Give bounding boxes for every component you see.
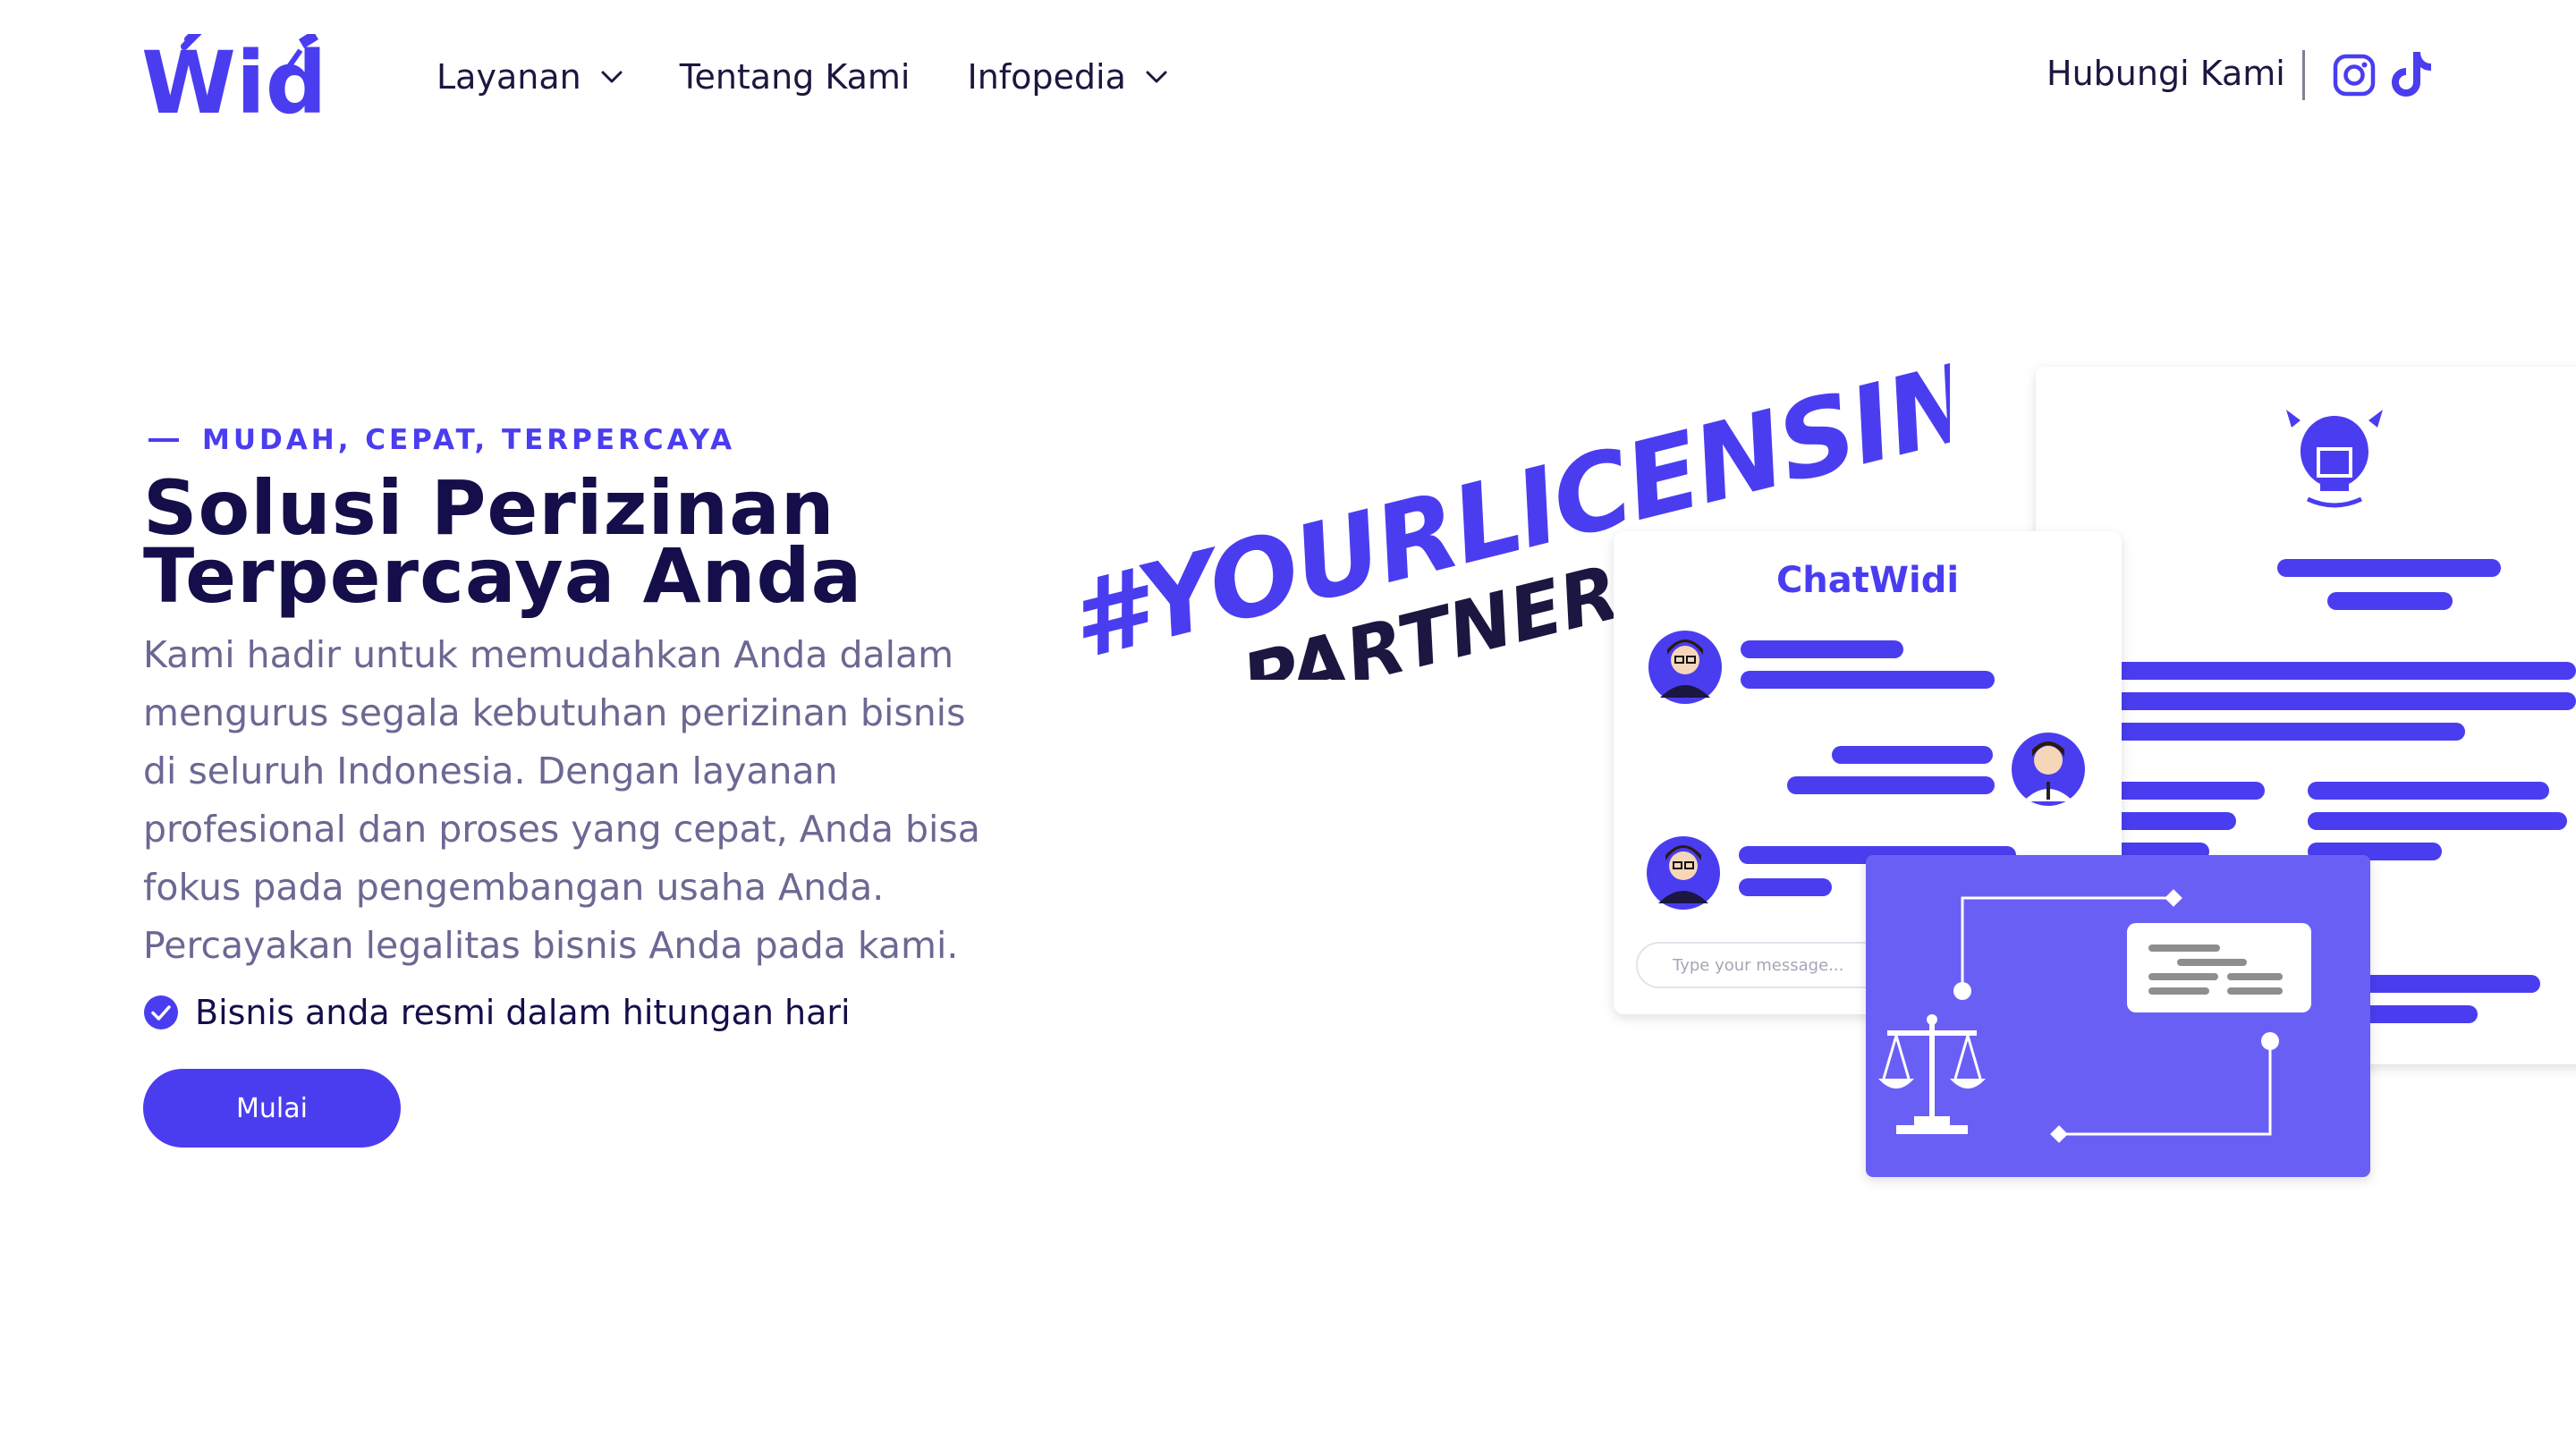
hero-description: Kami hadir untuk memudahkan Anda dalam m… [143,633,980,967]
logo-text: Widi [141,34,326,123]
chevron-down-icon [601,71,623,83]
hero-eyebrow: MUDAH, CEPAT, TERPERCAYA [148,424,735,456]
hero-benefit: Bisnis anda resmi dalam hitungan hari [143,993,851,1032]
nav-layanan[interactable]: Layanan [436,57,623,97]
chat-input-placeholder: Type your message... [1672,956,1843,975]
chevron-down-icon [1146,71,1167,83]
main-nav: Layanan Tentang Kami Infopedia [436,54,1224,100]
instagram-icon[interactable] [2333,54,2376,97]
header-divider [2302,50,2305,100]
contact-link[interactable]: Hubungi Kami [2046,54,2285,93]
hero-benefit-text: Bisnis anda resmi dalam hitungan hari [195,993,851,1032]
nav-layanan-label: Layanan [436,57,581,97]
avatar [2012,733,2085,806]
widi-logo[interactable]: Widi [141,34,326,123]
eyebrow-text: MUDAH, CEPAT, TERPERCAYA [202,424,736,456]
nav-infopedia[interactable]: Infopedia [968,57,1167,97]
hero-illustration: ChatWidi Type your message... [1614,367,2576,1177]
site-header: Widi Layanan Tentang Kami Infopedia Hubu… [0,0,2576,152]
hero-title: Solusi Perizinan Terpercaya Anda [143,470,1038,614]
chat-title: ChatWidi [1776,560,1959,601]
workflow-card [1866,855,2370,1177]
nav-tentang-kami-label: Tentang Kami [679,57,911,97]
avatar [1648,631,1722,704]
start-button[interactable]: Mulai [143,1069,401,1148]
eyebrow-dash [148,438,179,442]
hero-title-line2: Terpercaya Anda [143,532,863,620]
avatar [1647,836,1720,910]
nav-tentang-kami[interactable]: Tentang Kami [680,57,911,97]
check-circle-icon [144,995,178,1029]
nav-infopedia-label: Infopedia [967,57,1126,97]
tiktok-icon[interactable] [2390,50,2433,98]
